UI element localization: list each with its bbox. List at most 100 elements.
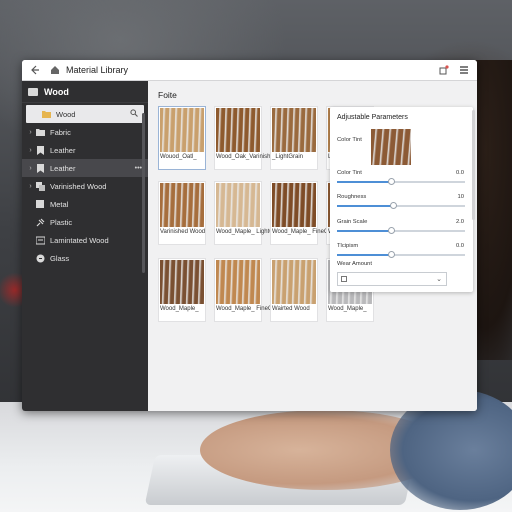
color-tint-swatch-label: Color Tint [337, 137, 362, 143]
slider-value: 0.0 [455, 243, 464, 249]
material-swatch [272, 260, 316, 304]
sidebar-scrollbar[interactable] [142, 113, 145, 273]
slider-label: Roughness [337, 194, 367, 200]
material-swatch [160, 183, 204, 227]
material-tile-label: Wouod_Oatl_ [160, 154, 197, 160]
sidebar-item[interactable]: Lamintated Wood [22, 231, 148, 249]
sidebar-item-label: Varinished Wood [50, 181, 107, 191]
sidebar-item-label: Glass [50, 253, 70, 263]
section-title: Foite [158, 90, 177, 100]
sidebar-list: Wood › Fabric › Leather › Leather ••• › Varinishe… [22, 105, 148, 267]
sidebar: Wood Wood › Fabric › Leather › Leather ••• › Vari… [22, 81, 148, 411]
material-tile-label: Wood_Maple_ [328, 306, 367, 312]
pin-icon [35, 217, 45, 227]
sidebar-item-label: Fabric [50, 127, 71, 137]
sidebar-header: Wood [22, 81, 148, 103]
back-arrow-icon[interactable] [28, 63, 42, 77]
folder-icon [28, 87, 38, 96]
material-tile-label: Varinished Wood [160, 229, 206, 235]
search-icon[interactable] [130, 109, 138, 119]
sidebar-item[interactable]: › Leather [22, 141, 148, 159]
panel-scrollbar[interactable] [472, 110, 475, 220]
chevron-right-icon[interactable]: › [26, 183, 35, 190]
slider-fill [337, 205, 394, 207]
slider-fill [337, 254, 391, 256]
material-tile[interactable]: Wood_Maple_ FineGrain [270, 181, 339, 245]
slider-label: Color Tint [337, 170, 362, 176]
material-tile[interactable]: Wood_Maple_ [158, 258, 206, 322]
slider-knob[interactable] [387, 178, 395, 185]
sidebar-item-label: Lamintated Wood [50, 235, 109, 245]
material-tile[interactable]: _LightGrain [270, 106, 318, 170]
share-icon[interactable] [437, 63, 451, 77]
menu-icon[interactable] [457, 63, 471, 77]
slider-value: 10 [457, 194, 464, 200]
bookmark-icon [35, 145, 45, 155]
material-tile-label: Wood_Oak_Varinished [216, 154, 278, 160]
sidebar-item[interactable]: Wood [26, 105, 144, 123]
material-tile-label: Wood_Maple_ FineGrain [272, 229, 339, 235]
slider-track[interactable] [337, 202, 465, 209]
slider-label: Tlcipism [337, 243, 359, 249]
material-tile[interactable]: Wood_Maple_ FineGrain [214, 258, 283, 322]
chevron-right-icon[interactable]: › [26, 129, 35, 136]
sidebar-item[interactable]: › Varinished Wood [22, 177, 148, 195]
material-tile[interactable]: Wood_Maple_ LightGrain [214, 181, 284, 245]
more-options-icon[interactable]: ••• [135, 165, 142, 172]
sidebar-item[interactable]: › Leather ••• [22, 159, 148, 177]
chevron-right-icon[interactable]: › [26, 165, 35, 172]
home-icon[interactable] [48, 63, 62, 77]
material-swatch [160, 108, 204, 152]
checkbox-icon[interactable] [341, 276, 347, 282]
sidebar-item[interactable]: › Fabric [22, 123, 148, 141]
sidebar-item-label: Wood [56, 109, 76, 119]
sidebar-item[interactable]: Metal [22, 195, 148, 213]
slider-value: 0.0 [455, 170, 464, 176]
color-tint-swatch[interactable] [371, 129, 411, 165]
material-tile[interactable]: Varinished Wood [158, 181, 206, 245]
material-tile[interactable]: Wairted Wood [270, 258, 318, 322]
material-swatch [160, 260, 204, 304]
sidebar-item-label: Leather [50, 163, 76, 173]
panel-title: Adjustable Parameters [337, 114, 408, 121]
material-tile-label: Wood_Maple_ LightGrain [216, 229, 284, 235]
adjustable-parameters-panel: Adjustable Parameters Color Tint Color T… [330, 107, 473, 292]
slider-track[interactable] [337, 178, 465, 185]
layers-icon [35, 181, 45, 191]
title-bar: Material Library [22, 60, 477, 81]
slider-knob[interactable] [387, 251, 395, 258]
material-tile-label: Wairted Wood [272, 306, 310, 312]
sidebar-header-label: Wood [44, 86, 69, 97]
sidebar-item-label: Metal [50, 199, 69, 209]
chevron-right-icon[interactable]: › [26, 147, 35, 154]
slider-track[interactable] [337, 251, 465, 258]
material-swatch [272, 183, 316, 227]
chevron-down-icon: ⌄ [436, 276, 442, 283]
slider-fill [337, 181, 391, 183]
tag-icon [35, 199, 45, 209]
slider-knob[interactable] [390, 202, 398, 209]
material-tile[interactable]: Wouod_Oatl_ [158, 106, 206, 170]
sidebar-item-label: Plastic [50, 217, 73, 227]
slider-knob[interactable] [387, 227, 395, 234]
folder-icon [35, 127, 45, 137]
slider-value: 2.0 [455, 219, 464, 225]
material-swatch [216, 260, 260, 304]
bookmark-icon [35, 163, 45, 173]
drop-icon [35, 253, 45, 263]
material-swatch [216, 108, 260, 152]
sidebar-item[interactable]: Glass [22, 249, 148, 267]
material-tile-label: Wood_Maple_ [160, 306, 199, 312]
material-tile-label: _LightGrain [272, 154, 304, 160]
window-title: Material Library [66, 65, 129, 75]
material-swatch [272, 108, 316, 152]
stack-icon [35, 235, 45, 245]
wear-amount-label: Wear Amount [337, 261, 373, 267]
material-tile[interactable]: Wood_Oak_Varinished [214, 106, 277, 170]
sidebar-item-label: Leather [50, 145, 76, 155]
wear-amount-select[interactable]: ⌄ [337, 272, 447, 286]
slider-track[interactable] [337, 227, 465, 234]
material-swatch [216, 183, 260, 227]
slider-label: Grain Scale [337, 219, 368, 225]
sidebar-item[interactable]: Plastic [22, 213, 148, 231]
